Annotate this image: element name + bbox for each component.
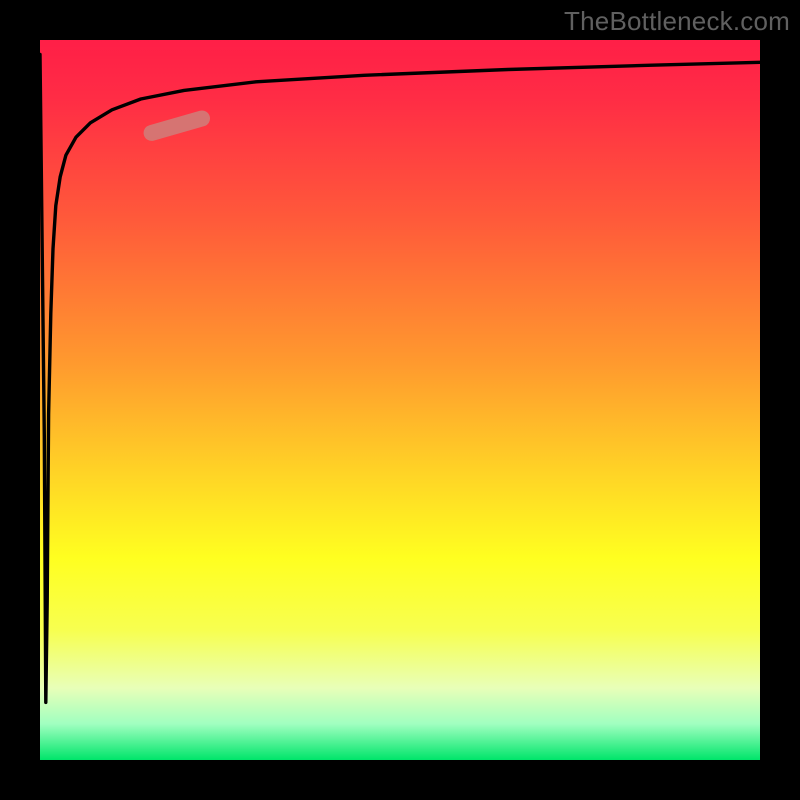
chart-container: TheBottleneck.com <box>0 0 800 800</box>
plot-gradient-background <box>40 40 760 760</box>
watermark-text: TheBottleneck.com <box>564 6 790 37</box>
